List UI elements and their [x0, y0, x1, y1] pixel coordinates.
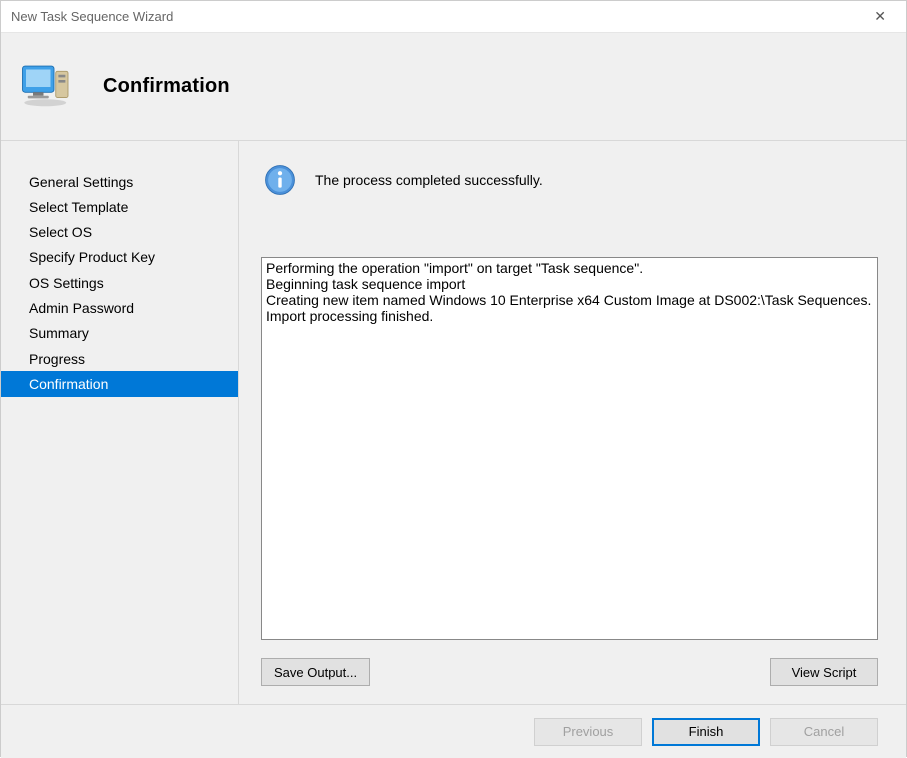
sidebar-step-select-template[interactable]: Select Template [1, 194, 238, 219]
wizard-footer: Previous Finish Cancel [1, 704, 906, 758]
sidebar-step-label: Summary [29, 325, 89, 341]
computer-icon [19, 59, 75, 115]
view-script-button[interactable]: View Script [770, 658, 878, 686]
sidebar-step-label: Progress [29, 351, 85, 367]
sidebar-step-label: OS Settings [29, 275, 104, 291]
close-icon[interactable]: ✕ [866, 4, 894, 29]
sidebar-step-label: Select OS [29, 224, 92, 240]
finish-button[interactable]: Finish [652, 718, 760, 746]
wizard-header: Confirmation [1, 33, 906, 141]
wizard-main-panel: The process completed successfully. Perf… [239, 141, 906, 704]
previous-button: Previous [534, 718, 642, 746]
titlebar: New Task Sequence Wizard ✕ [1, 1, 906, 33]
window-title: New Task Sequence Wizard [11, 9, 173, 24]
status-message: The process completed successfully. [315, 172, 543, 188]
sidebar-step-admin-password[interactable]: Admin Password [1, 295, 238, 320]
sidebar-step-os-settings[interactable]: OS Settings [1, 270, 238, 295]
sidebar-step-select-os[interactable]: Select OS [1, 220, 238, 245]
sidebar-step-label: Select Template [29, 199, 128, 215]
sidebar-step-specify-product-key[interactable]: Specify Product Key [1, 245, 238, 270]
log-output[interactable]: Performing the operation "import" on tar… [261, 257, 878, 640]
sidebar-step-general-settings[interactable]: General Settings [1, 169, 238, 194]
sidebar-step-label: General Settings [29, 174, 133, 190]
sidebar-step-label: Admin Password [29, 300, 134, 316]
wizard-steps-sidebar: General Settings Select Template Select OS… [1, 141, 239, 704]
sidebar-step-confirmation[interactable]: Confirmation [1, 371, 238, 396]
sidebar-step-progress[interactable]: Progress [1, 346, 238, 371]
sidebar-step-label: Confirmation [29, 376, 108, 392]
wizard-body: General Settings Select Template Select OS… [1, 141, 906, 704]
output-actions-row: Save Output... View Script [261, 658, 878, 686]
sidebar-step-label: Specify Product Key [29, 249, 155, 265]
info-icon [263, 163, 297, 197]
sidebar-step-summary[interactable]: Summary [1, 321, 238, 346]
cancel-button: Cancel [770, 718, 878, 746]
save-output-button[interactable]: Save Output... [261, 658, 370, 686]
status-row: The process completed successfully. [261, 163, 878, 197]
page-title: Confirmation [103, 75, 230, 98]
